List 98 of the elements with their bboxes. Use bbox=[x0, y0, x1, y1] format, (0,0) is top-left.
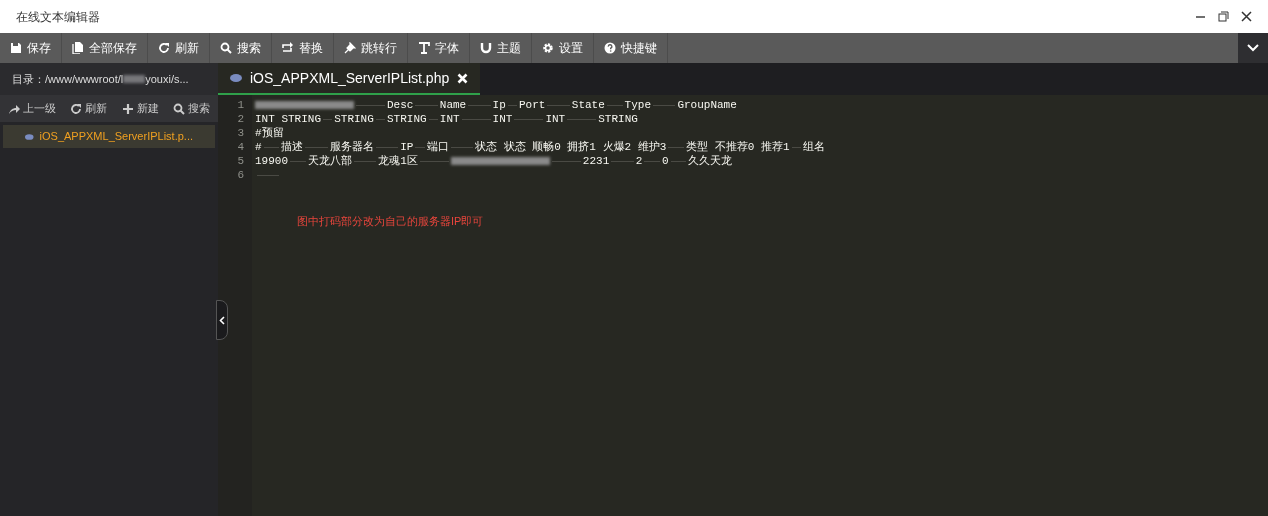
code-text: INT bbox=[545, 112, 566, 126]
line-number: 3 bbox=[236, 126, 245, 140]
tab-marker bbox=[450, 147, 473, 148]
code-text: GroupName bbox=[677, 98, 737, 112]
code-text: INT bbox=[492, 112, 513, 126]
code-text: STRING bbox=[598, 112, 638, 126]
pin-icon bbox=[344, 42, 356, 54]
code-text: 2 bbox=[635, 154, 643, 168]
php-file-icon bbox=[25, 132, 34, 141]
tab-marker bbox=[290, 161, 306, 162]
code-text: 描述 bbox=[281, 140, 304, 154]
code-text: Desc bbox=[387, 98, 414, 112]
chevron-left-icon bbox=[219, 315, 225, 325]
tab-marker bbox=[263, 147, 280, 148]
help-icon bbox=[604, 42, 616, 54]
tab-marker bbox=[461, 119, 491, 120]
collapse-handle[interactable] bbox=[216, 300, 228, 340]
tab-marker bbox=[305, 147, 328, 148]
tab-marker bbox=[507, 105, 517, 106]
file-tab[interactable]: iOS_APPXML_ServerIPList.php bbox=[218, 63, 481, 95]
tab-marker bbox=[670, 161, 687, 162]
code-text: Type bbox=[624, 98, 651, 112]
code-text: 端口 bbox=[426, 140, 449, 154]
tab-marker bbox=[323, 119, 333, 120]
sidebar-action[interactable]: 刷新 bbox=[70, 100, 108, 117]
code-text: #预留 bbox=[255, 126, 284, 140]
tab-marker bbox=[567, 119, 597, 120]
line-number: 4 bbox=[236, 140, 245, 154]
code-text: STRING bbox=[387, 112, 427, 126]
code-text: IP bbox=[400, 140, 414, 154]
tab-marker bbox=[419, 161, 449, 162]
chevron-down-icon bbox=[1247, 44, 1259, 52]
code-text: 久久天龙 bbox=[688, 154, 733, 168]
line-number: 5 bbox=[236, 154, 245, 168]
magnet-icon bbox=[480, 42, 492, 54]
php-file-icon bbox=[230, 74, 242, 82]
tab-marker bbox=[514, 119, 544, 120]
window-title: 在线文本编辑器 bbox=[16, 8, 100, 26]
code-text: 19900 bbox=[255, 154, 288, 168]
tab-marker bbox=[415, 105, 438, 106]
sidebar-action[interactable]: 上一级 bbox=[8, 100, 56, 117]
tab-marker bbox=[353, 161, 377, 162]
search-icon bbox=[220, 42, 232, 54]
tab-marker bbox=[375, 119, 385, 120]
code-text: 天龙八部 bbox=[307, 154, 352, 168]
sidebar-action[interactable]: 搜索 bbox=[173, 100, 210, 117]
refresh-icon bbox=[158, 42, 170, 54]
line-number: 1 bbox=[236, 98, 245, 112]
tab-marker bbox=[468, 105, 491, 106]
settings-icon bbox=[542, 42, 554, 54]
refresh-icon bbox=[70, 102, 83, 115]
line-number: 6 bbox=[236, 168, 245, 182]
tab-marker bbox=[644, 161, 661, 162]
code-text: Port bbox=[519, 98, 546, 112]
redacted-blur bbox=[123, 75, 146, 83]
code-text: STRING bbox=[334, 112, 374, 126]
code-text: Name bbox=[439, 98, 467, 112]
tab-marker bbox=[606, 105, 623, 106]
file-item[interactable]: iOS_APPXML_ServerIPList.p... bbox=[3, 125, 215, 148]
tab-marker bbox=[547, 105, 570, 106]
tab-marker bbox=[611, 161, 634, 162]
line-number: 2 bbox=[236, 112, 245, 126]
directory-path: youxi/s... bbox=[145, 71, 189, 87]
toolbar-toggle[interactable] bbox=[1238, 33, 1268, 63]
code-text: INT bbox=[439, 112, 460, 126]
code-text: State bbox=[571, 98, 605, 112]
tab-marker bbox=[668, 147, 685, 148]
code-text: # bbox=[255, 140, 262, 154]
swap-arrows-icon bbox=[282, 42, 294, 54]
tab-marker bbox=[653, 105, 676, 106]
note-text: 图中打码部分改为自己的服务器IP即可 bbox=[297, 214, 484, 229]
sidebar-action[interactable]: 新建 bbox=[121, 100, 159, 117]
code-text: 类型 不推荐0 推荐1 bbox=[686, 140, 790, 154]
tab-marker bbox=[428, 119, 438, 120]
tab-marker bbox=[375, 147, 399, 148]
code-text: INT STRING bbox=[255, 112, 321, 126]
code-text: 组名 bbox=[802, 140, 825, 154]
save-icon bbox=[10, 42, 22, 54]
code-text: Ip bbox=[492, 98, 506, 112]
code-editor[interactable]: 1 2 3 4 5 6 Desc Name Ip Port State Type GroupName INT STRING STRING STRING INT INT INT STRING #预留 # 描述 服务器名 IP 端口 状态 状态 顺畅0 拥挤1 火爆2 维护3 类型 不推荐0 推荐1 组名 19900 天龙八部 龙魂1区 2231 2 0 久久天龙 图中打码部分改为自己的服务器IP即可 bbox=[218, 95, 1268, 516]
tab-marker bbox=[356, 105, 385, 106]
documents-icon bbox=[72, 42, 84, 54]
close-icon[interactable] bbox=[1241, 11, 1252, 22]
code-text: 0 bbox=[662, 154, 669, 168]
code-text: 状态 状态 顺畅0 拥挤1 火爆2 维护3 bbox=[474, 140, 667, 154]
directory-path: 目录：/www/wwwroot/l bbox=[12, 71, 124, 87]
tab-marker bbox=[551, 161, 581, 162]
tab-marker bbox=[791, 147, 801, 148]
plus-icon bbox=[121, 102, 134, 115]
tab-marker bbox=[415, 147, 425, 148]
maximize-icon[interactable] bbox=[1218, 11, 1229, 22]
code-text: 2231 bbox=[582, 154, 610, 168]
code-text: 龙魂1区 bbox=[378, 154, 418, 168]
text-icon bbox=[418, 42, 430, 54]
code-text: 服务器名 bbox=[329, 140, 374, 154]
share-arrow-icon bbox=[8, 102, 20, 115]
search-icon bbox=[173, 102, 185, 115]
tab-marker bbox=[257, 175, 280, 176]
